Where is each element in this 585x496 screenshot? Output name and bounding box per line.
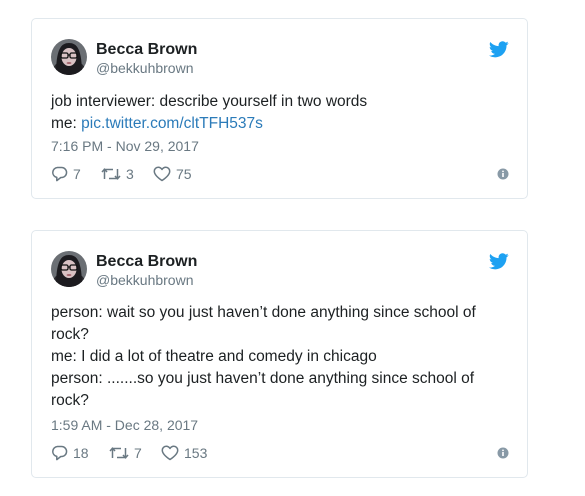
twitter-bird-icon[interactable] [488, 253, 509, 270]
retweet-button[interactable]: 3 [101, 164, 134, 184]
reply-icon [51, 166, 68, 182]
tweet-text-line: person: .......so you just haven’t done … [51, 370, 475, 409]
tweet-media-link[interactable]: pic.twitter.com/cltTFH537s [81, 115, 263, 132]
like-count: 153 [184, 445, 208, 461]
twitter-bird-icon[interactable] [488, 41, 509, 58]
retweet-button[interactable]: 7 [109, 443, 142, 463]
avatar[interactable] [51, 39, 87, 75]
tweet-text-prefix: me: [51, 115, 82, 132]
info-icon[interactable] [497, 446, 509, 459]
author-handle[interactable]: @bekkuhbrown [96, 60, 194, 76]
author-name[interactable]: Becca Brown [96, 41, 197, 59]
author-name[interactable]: Becca Brown [96, 253, 197, 271]
tweet-actions: 7 3 75 [51, 164, 509, 184]
retweet-count: 3 [126, 166, 134, 182]
retweet-icon [109, 445, 129, 461]
tweet-timestamp[interactable]: 1:59 AM - Dec 28, 2017 [51, 417, 198, 433]
tweet-timestamp[interactable]: 7:16 PM - Nov 29, 2017 [51, 138, 199, 154]
reply-icon [51, 445, 68, 461]
reply-button[interactable]: 18 [51, 443, 89, 463]
avatar[interactable] [51, 251, 87, 287]
tweet-text-line: person: wait so you just haven’t done an… [51, 304, 476, 343]
author-handle[interactable]: @bekkuhbrown [96, 272, 194, 288]
tweet-text: job interviewer: describe yourself in tw… [51, 91, 511, 135]
tweet-text-line: me: I did a lot of theatre and comedy in… [51, 348, 377, 365]
tweet-text-line: me: pic.twitter.com/cltTFH537s [51, 113, 511, 135]
retweet-icon [101, 166, 121, 182]
info-icon[interactable] [497, 167, 509, 180]
tweet-card: Becca Brown @bekkuhbrown person: wait so… [31, 230, 528, 478]
tweet-text-line: job interviewer: describe yourself in tw… [51, 93, 368, 110]
like-count: 75 [176, 166, 192, 182]
like-button[interactable]: 153 [161, 443, 207, 463]
tweet-card: Becca Brown @bekkuhbrown job interviewer… [31, 18, 528, 199]
tweet-text: person: wait so you just haven’t done an… [51, 302, 511, 412]
tweet-actions: 18 7 153 [51, 443, 509, 463]
reply-button[interactable]: 7 [51, 164, 81, 184]
reply-count: 18 [73, 445, 89, 461]
reply-count: 7 [73, 166, 81, 182]
retweet-count: 7 [134, 445, 142, 461]
heart-icon [153, 166, 171, 182]
like-button[interactable]: 75 [153, 164, 192, 184]
heart-icon [161, 445, 179, 461]
